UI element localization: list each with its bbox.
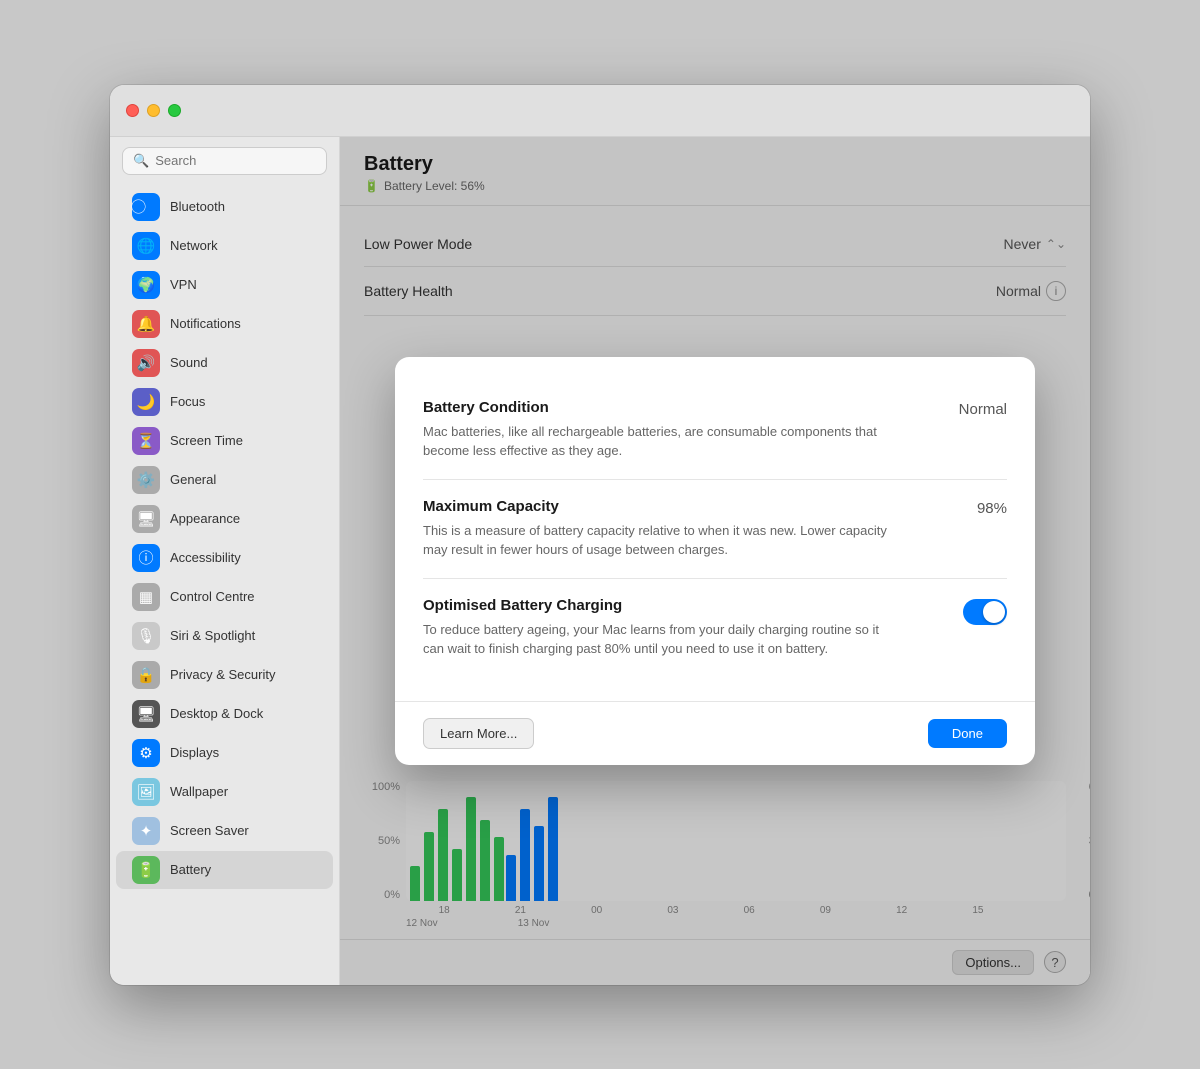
control-center-icon: ▦ (132, 583, 160, 611)
sidebar-item-screen-time[interactable]: ⏳ Screen Time (116, 422, 333, 460)
sidebar-label-displays: Displays (170, 745, 219, 760)
siri-icon: 🎙 (132, 622, 160, 650)
optimised-charging-row: Optimised Battery Charging To reduce bat… (423, 597, 1007, 659)
sidebar-label-privacy: Privacy & Security (170, 667, 275, 682)
sidebar-item-bluetooth[interactable]: ⃝ Bluetooth (116, 188, 333, 226)
appearance-icon: 🖥 (132, 505, 160, 533)
maximum-capacity-left: Maximum Capacity This is a measure of ba… (423, 498, 903, 560)
optimised-charging-toggle[interactable] (963, 599, 1007, 625)
traffic-lights (126, 104, 181, 117)
fullscreen-button[interactable] (168, 104, 181, 117)
battery-condition-title: Battery Condition (423, 399, 903, 416)
sidebar-label-wallpaper: Wallpaper (170, 784, 228, 799)
sidebar-item-screen-saver[interactable]: ✦ Screen Saver (116, 812, 333, 850)
maximum-capacity-section: Maximum Capacity This is a measure of ba… (423, 480, 1007, 579)
sidebar-item-siri[interactable]: 🎙 Siri & Spotlight (116, 617, 333, 655)
modal-body: Battery Condition Mac batteries, like al… (395, 357, 1035, 701)
displays-icon: ⚙ (132, 739, 160, 767)
sidebar-label-appearance: Appearance (170, 511, 240, 526)
sidebar-label-accessibility: Accessibility (170, 550, 241, 565)
sidebar-item-appearance[interactable]: 🖥 Appearance (116, 500, 333, 538)
optimised-charging-desc: To reduce battery ageing, your Mac learn… (423, 620, 903, 659)
maximum-capacity-row: Maximum Capacity This is a measure of ba… (423, 498, 1007, 560)
sidebar-item-battery[interactable]: 🔋 Battery (116, 851, 333, 889)
accessibility-icon: ⓘ (132, 544, 160, 572)
battery-condition-section: Battery Condition Mac batteries, like al… (423, 381, 1007, 480)
sidebar-items-list: ⃝ Bluetooth 🌐 Network 🌍 VPN 🔔 Notifications 🔊 Sou… (110, 187, 339, 890)
battery-condition-left: Battery Condition Mac batteries, like al… (423, 399, 903, 461)
sidebar-item-wallpaper[interactable]: 🖼 Wallpaper (116, 773, 333, 811)
battery-health-modal: Battery Condition Mac batteries, like al… (395, 357, 1035, 765)
close-button[interactable] (126, 104, 139, 117)
sidebar-label-focus: Focus (170, 394, 205, 409)
sidebar-label-vpn: VPN (170, 277, 197, 292)
search-icon: 🔍 (133, 153, 149, 169)
toggle-thumb (983, 601, 1005, 623)
privacy-icon: 🔒 (132, 661, 160, 689)
maximum-capacity-value: 98% (977, 500, 1007, 517)
sidebar-label-siri: Siri & Spotlight (170, 628, 255, 643)
sidebar-item-sound[interactable]: 🔊 Sound (116, 344, 333, 382)
bluetooth-icon: ⃝ (132, 193, 160, 221)
desktop-dock-icon: 🖥 (132, 700, 160, 728)
sidebar-item-control-center[interactable]: ▦ Control Centre (116, 578, 333, 616)
sidebar-item-vpn[interactable]: 🌍 VPN (116, 266, 333, 304)
minimize-button[interactable] (147, 104, 160, 117)
sidebar-item-desktop-dock[interactable]: 🖥 Desktop & Dock (116, 695, 333, 733)
sidebar-item-general[interactable]: ⚙️ General (116, 461, 333, 499)
network-icon: 🌐 (132, 232, 160, 260)
optimised-charging-title: Optimised Battery Charging (423, 597, 903, 614)
sidebar-item-displays[interactable]: ⚙ Displays (116, 734, 333, 772)
mac-window: 🔍 ⃝ Bluetooth 🌐 Network 🌍 VPN 🔔 Notifications 🔊 S… (110, 85, 1090, 985)
optimised-charging-left: Optimised Battery Charging To reduce bat… (423, 597, 903, 659)
sidebar-label-notifications: Notifications (170, 316, 241, 331)
sidebar-label-bluetooth: Bluetooth (170, 199, 225, 214)
maximum-capacity-title: Maximum Capacity (423, 498, 903, 515)
sidebar-label-screen-time: Screen Time (170, 433, 243, 448)
screen-time-icon: ⏳ (132, 427, 160, 455)
sidebar-label-general: General (170, 472, 216, 487)
search-input[interactable] (155, 153, 316, 168)
done-button[interactable]: Done (928, 719, 1007, 748)
sidebar-label-desktop-dock: Desktop & Dock (170, 706, 263, 721)
sidebar-item-network[interactable]: 🌐 Network (116, 227, 333, 265)
learn-more-button[interactable]: Learn More... (423, 718, 534, 749)
sidebar-label-control-center: Control Centre (170, 589, 255, 604)
wallpaper-icon: 🖼 (132, 778, 160, 806)
sidebar-item-focus[interactable]: 🌙 Focus (116, 383, 333, 421)
focus-icon: 🌙 (132, 388, 160, 416)
sidebar-label-network: Network (170, 238, 218, 253)
sidebar: 🔍 ⃝ Bluetooth 🌐 Network 🌍 VPN 🔔 Notifications 🔊 S… (110, 137, 340, 985)
sidebar-item-accessibility[interactable]: ⓘ Accessibility (116, 539, 333, 577)
sidebar-item-privacy[interactable]: 🔒 Privacy & Security (116, 656, 333, 694)
battery-condition-row: Battery Condition Mac batteries, like al… (423, 399, 1007, 461)
vpn-icon: 🌍 (132, 271, 160, 299)
sidebar-label-sound: Sound (170, 355, 208, 370)
sidebar-label-battery: Battery (170, 862, 211, 877)
modal-footer: Learn More... Done (395, 701, 1035, 765)
battery-condition-value: Normal (959, 401, 1007, 418)
search-bar[interactable]: 🔍 (122, 147, 327, 175)
main-content: Battery 🔋 Battery Level: 56% Low Power M… (340, 137, 1090, 985)
notifications-icon: 🔔 (132, 310, 160, 338)
screen-saver-icon: ✦ (132, 817, 160, 845)
sidebar-item-notifications[interactable]: 🔔 Notifications (116, 305, 333, 343)
battery-icon: 🔋 (132, 856, 160, 884)
battery-condition-desc: Mac batteries, like all rechargeable bat… (423, 422, 903, 461)
optimised-charging-section: Optimised Battery Charging To reduce bat… (423, 579, 1007, 677)
maximum-capacity-desc: This is a measure of battery capacity re… (423, 521, 903, 560)
title-bar (110, 85, 1090, 137)
sidebar-label-screen-saver: Screen Saver (170, 823, 249, 838)
sound-icon: 🔊 (132, 349, 160, 377)
modal-overlay[interactable]: Battery Condition Mac batteries, like al… (340, 137, 1090, 985)
general-icon: ⚙️ (132, 466, 160, 494)
window-body: 🔍 ⃝ Bluetooth 🌐 Network 🌍 VPN 🔔 Notifications 🔊 S… (110, 137, 1090, 985)
